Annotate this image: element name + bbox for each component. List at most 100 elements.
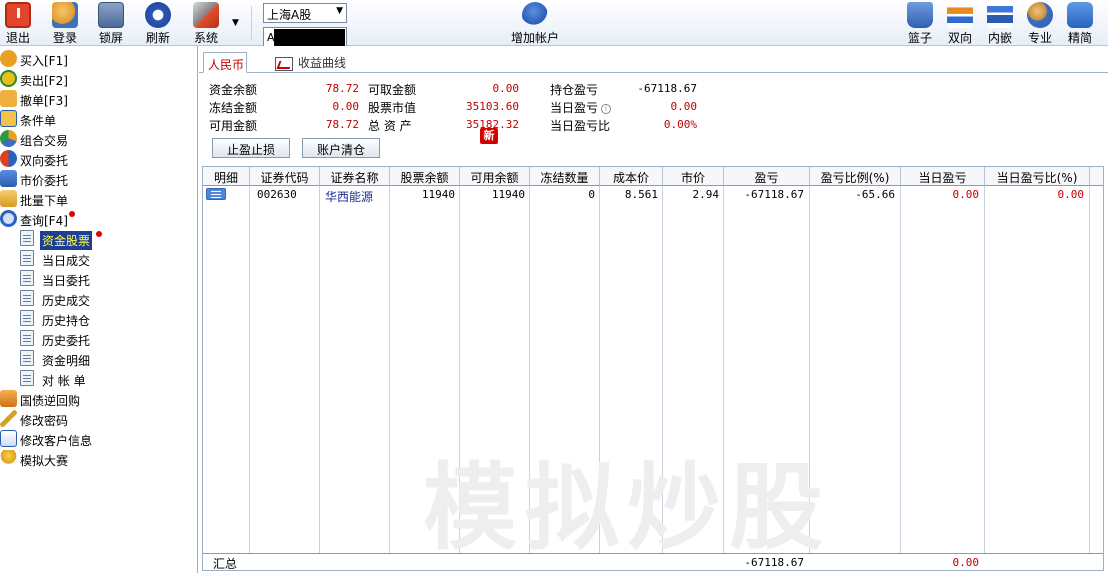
column-divider bbox=[662, 186, 663, 553]
header-text: 当日盈亏 bbox=[918, 171, 967, 185]
total-row: 汇总 -67118.67 0.00 bbox=[203, 553, 1103, 571]
new-badge: 新 bbox=[480, 128, 498, 144]
total-today-pl: 0.00 bbox=[952, 556, 980, 569]
simple-button[interactable]: 精简 bbox=[1065, 2, 1095, 45]
main-panel: 人民币 收益曲线 资金余额 78.72 冻结金额 0.00 可用金额 78.72… bbox=[199, 46, 1108, 573]
exit-button[interactable]: 退出 bbox=[3, 2, 33, 45]
header-text: 成本价 bbox=[612, 171, 649, 185]
market-order-icon bbox=[0, 170, 17, 187]
cell-today-pl: 0.00 bbox=[952, 188, 980, 201]
position-pl-value: -67118.67 bbox=[637, 82, 697, 95]
login-button[interactable]: 登录 bbox=[50, 2, 80, 45]
today-pl-label-wrap: 当日盈亏 i bbox=[550, 99, 612, 116]
sidebar-item-label: 资金股票 bbox=[40, 231, 93, 250]
dual-order-icon bbox=[0, 150, 17, 167]
basket-label: 篮子 bbox=[907, 31, 932, 45]
position-pl-label: 持仓盈亏 bbox=[550, 83, 599, 97]
trophy-icon bbox=[0, 450, 17, 467]
today-pl-value: 0.00 bbox=[670, 100, 698, 113]
cell-frozen: 0 bbox=[588, 188, 595, 201]
building-icon bbox=[98, 2, 124, 28]
frozen-label: 冻结金额 bbox=[209, 101, 258, 115]
exit-label: 退出 bbox=[5, 31, 30, 45]
column-header-pl[interactable]: 盈亏 bbox=[724, 167, 810, 186]
system-dropdown-icon[interactable]: ▼ bbox=[232, 18, 239, 28]
bond-repo-icon bbox=[0, 390, 17, 407]
trading-app: 退出 登录 锁屏 刷新 系统 ▼ 上海A股 ▼ A 增加帐户 篮子 双向 内嵌 … bbox=[0, 0, 1108, 573]
sidebar-item-label: 条件单 bbox=[20, 114, 57, 128]
tab-profit-curve[interactable]: 收益曲线 bbox=[275, 54, 346, 72]
available-label: 可用金额 bbox=[209, 119, 258, 133]
cell-today-pl-ratio: 0.00 bbox=[1057, 188, 1085, 201]
tab-rmb[interactable]: 人民币 bbox=[203, 52, 247, 73]
tools-icon bbox=[193, 2, 219, 28]
sidebar-item-label: 买入[F1] bbox=[20, 54, 68, 68]
column-header-available[interactable]: 可用余额 bbox=[460, 167, 530, 186]
column-divider bbox=[319, 186, 320, 553]
info-icon[interactable]: i bbox=[601, 103, 612, 114]
batch-order-icon bbox=[0, 190, 17, 207]
watermark-text: 模拟炒股 bbox=[423, 454, 832, 563]
column-header-balance[interactable]: 股票余额 bbox=[390, 167, 460, 186]
header-text: 盈亏 bbox=[754, 171, 779, 185]
document-icon bbox=[20, 370, 34, 386]
column-header-name[interactable]: 证券名称 bbox=[320, 167, 390, 186]
chevron-down-icon: ▼ bbox=[336, 6, 343, 16]
column-divider bbox=[249, 186, 250, 553]
header-text: 冻结数量 bbox=[540, 171, 589, 185]
query-notification-dot bbox=[69, 211, 75, 217]
cell-available: 11940 bbox=[491, 188, 525, 201]
dual-button[interactable]: 双向 bbox=[945, 2, 975, 45]
market-select-value: 上海A股 bbox=[267, 8, 312, 22]
clear-positions-button[interactable]: 账户清仓 bbox=[302, 138, 380, 158]
chart-icon bbox=[275, 56, 293, 71]
cell-pl: -67118.67 bbox=[744, 188, 804, 201]
pro-user-icon bbox=[1027, 2, 1053, 28]
pro-button[interactable]: 专业 bbox=[1025, 2, 1055, 45]
lock-label: 锁屏 bbox=[98, 31, 123, 45]
column-header-pl-ratio[interactable]: 盈亏比例(%) bbox=[810, 167, 901, 186]
login-label: 登录 bbox=[52, 31, 77, 45]
cell-price: 2.94 bbox=[692, 188, 720, 201]
stop-profit-loss-button[interactable]: 止盈止损 bbox=[212, 138, 290, 158]
key-icon bbox=[0, 410, 17, 427]
column-header-today-pl-ratio[interactable]: 当日盈亏比(%) bbox=[985, 167, 1090, 186]
add-account-button[interactable]: 增加帐户 bbox=[505, 2, 565, 45]
account-field[interactable]: A bbox=[263, 27, 347, 47]
market-select[interactable]: 上海A股 ▼ bbox=[263, 3, 347, 23]
column-divider bbox=[389, 186, 390, 553]
basket-button[interactable]: 篮子 bbox=[905, 2, 935, 45]
column-header-code[interactable]: 证券代码 bbox=[250, 167, 320, 186]
sidebar: 买入[F1] 卖出[F2] 撤单[F3] 条件单 组合交易 双向委托 市价委托 bbox=[0, 46, 198, 573]
withdrawable-value: 0.00 bbox=[492, 82, 520, 95]
funds-notification-dot bbox=[96, 231, 102, 237]
column-header-price[interactable]: 市价 bbox=[663, 167, 724, 186]
column-header-today-pl[interactable]: 当日盈亏 bbox=[901, 167, 985, 186]
account-redaction bbox=[274, 29, 345, 46]
column-divider bbox=[599, 186, 600, 553]
system-button[interactable]: 系统 bbox=[190, 2, 222, 45]
cell-cost: 8.561 bbox=[624, 188, 658, 201]
column-divider bbox=[984, 186, 985, 553]
add-account-label: 增加帐户 bbox=[510, 31, 559, 45]
simple-label: 精简 bbox=[1067, 31, 1092, 45]
embed-button[interactable]: 内嵌 bbox=[985, 2, 1015, 45]
column-divider bbox=[723, 186, 724, 553]
sidebar-item-label: 撤单[F3] bbox=[20, 94, 68, 108]
toolbar: 退出 登录 锁屏 刷新 系统 ▼ 上海A股 ▼ A 增加帐户 篮子 双向 内嵌 … bbox=[0, 0, 1108, 47]
magnifier-icon bbox=[0, 210, 17, 227]
lock-screen-button[interactable]: 锁屏 bbox=[96, 2, 126, 45]
column-header-detail[interactable]: 明细 bbox=[203, 167, 250, 186]
cell-code: 002630 bbox=[257, 188, 297, 201]
document-icon bbox=[20, 330, 34, 346]
cash-balance-label: 资金余额 bbox=[209, 83, 258, 97]
header-text: 市价 bbox=[680, 171, 705, 185]
refresh-button[interactable]: 刷新 bbox=[143, 2, 173, 45]
sidebar-item-label: 国债逆回购 bbox=[20, 394, 81, 408]
column-header-cost[interactable]: 成本价 bbox=[600, 167, 663, 186]
document-icon bbox=[20, 230, 34, 246]
column-header-frozen[interactable]: 冻结数量 bbox=[530, 167, 600, 186]
add-user-icon bbox=[522, 2, 548, 28]
swap-arrows-icon bbox=[947, 2, 973, 28]
detail-list-icon[interactable] bbox=[206, 188, 226, 200]
